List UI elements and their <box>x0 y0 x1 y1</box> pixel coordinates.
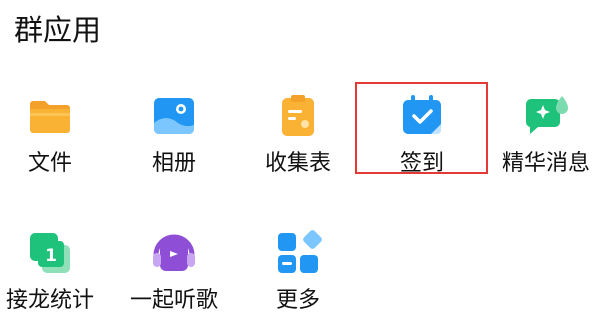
app-more[interactable]: 更多 <box>238 229 358 329</box>
app-highlight-messages[interactable]: 精华消息 <box>486 92 600 192</box>
headphones-music-icon <box>150 229 198 277</box>
sparkle-chat-icon <box>522 92 570 140</box>
photo-album-icon <box>150 92 198 140</box>
app-files[interactable]: 文件 <box>0 92 110 192</box>
more-apps-grid-icon <box>274 229 322 277</box>
app-label: 文件 <box>27 151 72 176</box>
relay-cards-icon: 1 <box>26 229 74 277</box>
svg-text:1: 1 <box>45 246 57 266</box>
app-album[interactable]: 相册 <box>114 92 234 192</box>
app-label: 接龙统计 <box>5 288 94 313</box>
app-label: 相册 <box>151 151 196 176</box>
section-title: 群应用 <box>14 13 102 47</box>
highlight-box <box>355 82 488 174</box>
app-listen-together[interactable]: 一起听歌 <box>114 229 234 329</box>
app-label: 收集表 <box>264 151 331 176</box>
app-label: 更多 <box>275 288 320 313</box>
app-collect-form[interactable]: 收集表 <box>238 92 358 192</box>
clipboard-form-icon <box>274 92 322 140</box>
app-relay-stats[interactable]: 1 接龙统计 <box>0 229 110 329</box>
app-label: 精华消息 <box>501 151 590 176</box>
group-apps-panel: 群应用 文件 相册 收集表 签到 精华消息 1 接龙统计 一起听歌 更多 <box>0 0 600 331</box>
app-label: 一起听歌 <box>129 288 218 313</box>
folder-icon <box>26 92 74 140</box>
